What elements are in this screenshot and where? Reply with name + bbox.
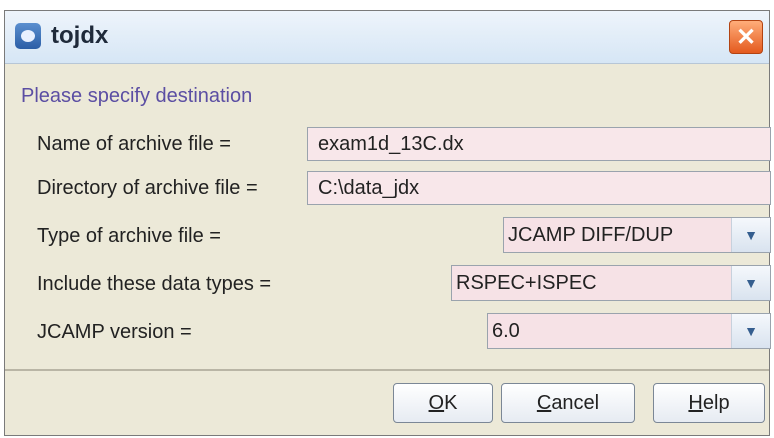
ok-button[interactable]: OK xyxy=(393,383,493,423)
window-title: tojdx xyxy=(51,22,109,49)
archive-name-input[interactable]: exam1d_13C.dx xyxy=(307,127,771,161)
close-button[interactable]: ✕ xyxy=(729,20,763,54)
chevron-down-icon[interactable]: ▼ xyxy=(731,314,770,348)
title-bar[interactable]: tojdx ✕ xyxy=(5,11,769,64)
footer-divider xyxy=(5,369,769,371)
cancel-button[interactable]: Cancel xyxy=(501,383,635,423)
archive-name-label: Name of archive file = xyxy=(37,133,231,155)
dialog-window: tojdx ✕ Please specify destination Name … xyxy=(4,10,771,436)
destination-prompt: Please specify destination xyxy=(21,85,253,107)
type-label: Type of archive file = xyxy=(37,225,221,247)
datatypes-label: Include these data types = xyxy=(37,273,272,295)
close-icon: ✕ xyxy=(735,23,757,51)
archive-type-select[interactable]: JCAMP DIFF/DUP ▼ xyxy=(503,217,771,253)
chevron-down-icon[interactable]: ▼ xyxy=(731,218,770,252)
help-button[interactable]: Help xyxy=(653,383,765,423)
directory-label: Directory of archive file = xyxy=(37,177,258,199)
version-select[interactable]: 6.0 ▼ xyxy=(487,313,771,349)
app-icon xyxy=(15,23,41,49)
version-label: JCAMP version = xyxy=(37,321,192,343)
chevron-down-icon[interactable]: ▼ xyxy=(731,266,770,300)
datatypes-value: RSPEC+ISPEC xyxy=(456,272,597,294)
version-value: 6.0 xyxy=(492,320,520,342)
archive-type-value: JCAMP DIFF/DUP xyxy=(508,224,674,246)
datatypes-select[interactable]: RSPEC+ISPEC ▼ xyxy=(451,265,771,301)
directory-input[interactable]: C:\data_jdx xyxy=(307,171,771,205)
